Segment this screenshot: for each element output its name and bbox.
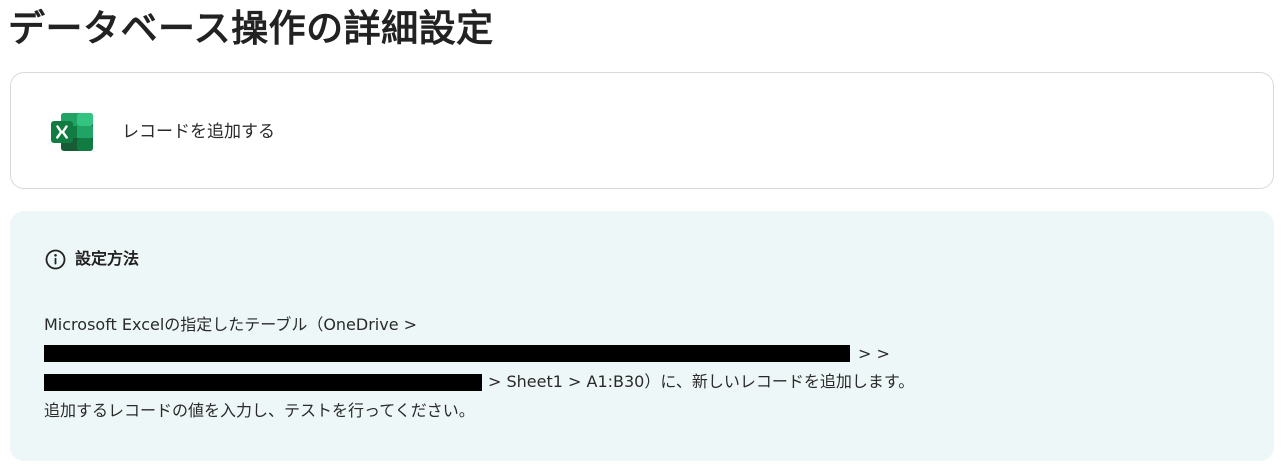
instruction-line-3-suffix: > Sheet1 > A1:B30）に、新しいレコードを追加します。 xyxy=(488,372,915,391)
instruction-line-1: Microsoft Excelの指定したテーブル（OneDrive > xyxy=(44,315,418,334)
microsoft-excel-icon xyxy=(51,113,93,151)
instruction-line: 追加するレコードの値を入力し、テストを行ってください。 xyxy=(44,397,1244,426)
redacted-block xyxy=(44,373,482,391)
instruction-line: > > xyxy=(44,340,1244,369)
settings-info-panel: 設定方法 Microsoft Excelの指定したテーブル（OneDrive >… xyxy=(10,211,1274,461)
page-title: データベース操作の詳細設定 xyxy=(8,7,494,50)
info-icon xyxy=(45,249,66,269)
info-heading-label: 設定方法 xyxy=(75,249,140,268)
instruction-line: > Sheet1 > A1:B30）に、新しいレコードを追加します。 xyxy=(44,368,1244,397)
instructions-text: Microsoft Excelの指定したテーブル（OneDrive > > > … xyxy=(44,311,1244,425)
instruction-line-4: 追加するレコードの値を入力し、テストを行ってください。 xyxy=(44,400,475,420)
action-label: レコードを追加する xyxy=(122,122,275,142)
instruction-line-2-suffix: > > xyxy=(858,343,890,363)
redacted-block xyxy=(44,345,850,363)
info-heading: 設定方法 xyxy=(45,248,139,270)
action-card-add-record[interactable]: レコードを追加する xyxy=(10,72,1274,189)
instruction-line: Microsoft Excelの指定したテーブル（OneDrive > xyxy=(44,311,1244,340)
